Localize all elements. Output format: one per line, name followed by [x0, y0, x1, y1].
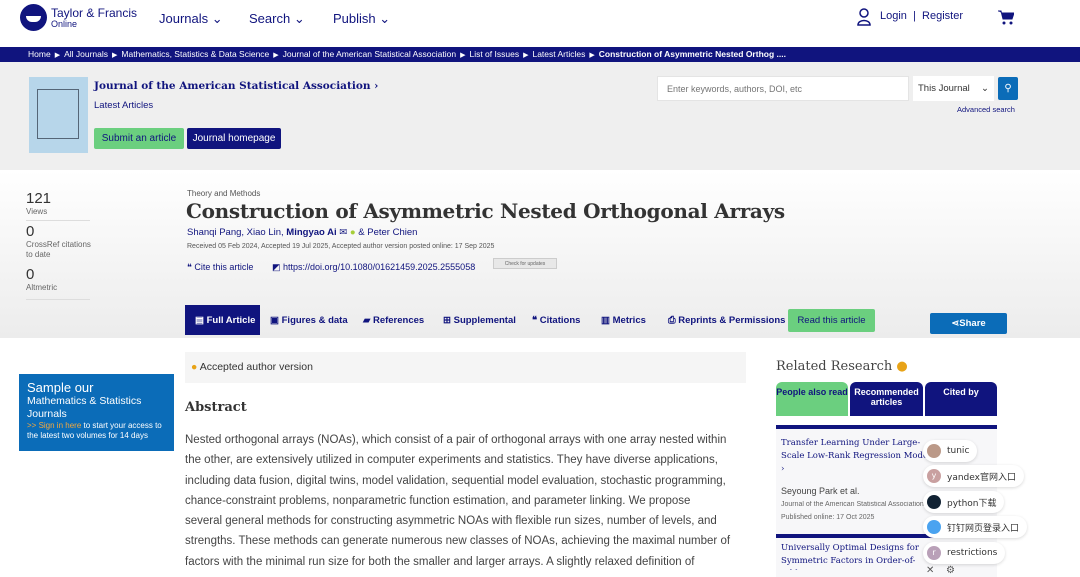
read-article-button[interactable]: Read this article [788, 309, 875, 332]
chevron-down-icon: ⌄ [981, 83, 989, 94]
arrow-icon: ▶ [273, 52, 279, 59]
cart-icon[interactable] [998, 10, 1015, 30]
breadcrumb-item[interactable]: Journal of the American Statistical Asso… [283, 49, 456, 59]
tab-full-article-label[interactable]: ▤ Full Article [195, 315, 255, 326]
abstract-line: chance-constraint problems, nonparametri… [185, 494, 691, 507]
link-icon: ◩ [272, 262, 281, 272]
article-header [0, 170, 1080, 338]
dingtalk-icon [927, 520, 941, 534]
register-link[interactable]: Register [922, 10, 963, 22]
altmetric-count: 0 [26, 266, 35, 283]
article-section: Theory and Methods [187, 189, 261, 198]
related-item-title[interactable]: Universally Optimal Designs for Symmetri… [781, 542, 926, 570]
tab-reprints[interactable]: ⎙ Reprints & Permissions [668, 315, 785, 326]
journal-homepage-button[interactable]: Journal homepage [187, 128, 281, 149]
arrow-icon: ▶ [54, 52, 61, 59]
search-input[interactable] [657, 76, 909, 101]
arrow-icon: ▶ [589, 52, 595, 59]
abstract-line: several general methods for constructing… [185, 515, 717, 528]
nav-search[interactable]: Search ⌄ [249, 11, 305, 27]
chevron-down-icon: ⌄ [211, 11, 223, 26]
abstract-line: strengths. These methods can generate nu… [185, 535, 731, 548]
info-icon[interactable]: ● [896, 359, 907, 374]
abstract-line: factors with the minimal run size for bo… [185, 555, 695, 568]
tab-cited-by[interactable]: Cited by [925, 382, 997, 416]
check-updates-badge[interactable]: Check for updates [493, 258, 557, 269]
close-icon[interactable]: ✕ [926, 565, 934, 576]
y-icon: y [927, 469, 941, 483]
related-item-title[interactable]: Transfer Learning Under Large-Scale Low-… [781, 437, 941, 476]
tunic-icon [927, 444, 941, 458]
abstract-line: including data fusion, digital twins, mo… [185, 474, 726, 487]
metrics-panel: 121 Views 0 CrossRef citations to date 0… [26, 190, 92, 300]
search-scope-select[interactable]: This Journal ⌄ [913, 76, 994, 101]
arrow-icon: ▶ [460, 52, 466, 59]
search-icon: ⚲ [1004, 83, 1012, 94]
article-dates: Received 05 Feb 2024, Accepted 19 Jul 20… [187, 243, 495, 250]
chevron-down-icon: ⌄ [293, 11, 305, 26]
user-icon [857, 8, 871, 26]
crossref-count: 0 [26, 223, 35, 240]
views-count: 121 [26, 190, 52, 207]
brand-sub: Online [51, 19, 78, 29]
authors: Shanqi Pang, Xiao Lin, Mingyao Ai ✉ ● & … [187, 227, 418, 238]
tab-metrics[interactable]: ▥ Metrics [601, 315, 646, 326]
submit-article-button[interactable]: Submit an article [94, 128, 184, 149]
popup-item[interactable]: tunic [923, 440, 978, 462]
tab-recommended[interactable]: Recommended articles [850, 382, 923, 416]
top-header: Taylor & Francis Online Journals ⌄ Searc… [0, 0, 1080, 46]
related-heading: Related Research ● [776, 359, 908, 374]
breadcrumb-item[interactable]: List of Issues [469, 49, 519, 59]
quote-icon: ❝ [187, 262, 192, 272]
tab-citations[interactable]: ❝ Citations [532, 315, 580, 326]
tab-figures[interactable]: ▣ Figures & data [270, 315, 348, 326]
breadcrumb: Home ▶ All Journals ▶ Mathematics, Statistic… [0, 47, 1080, 62]
search-button[interactable]: ⚲ [998, 77, 1018, 100]
arrow-icon: ▶ [112, 52, 118, 59]
abstract-heading: Abstract [185, 400, 247, 415]
orcid-icon[interactable]: ● [350, 227, 356, 238]
abstract-text: Nested orthogonal arrays (NOAs), which c… [185, 430, 755, 572]
doi-link[interactable]: ◩ https://doi.org/10.1080/01621459.2025.… [272, 262, 475, 273]
breadcrumb-item[interactable]: Home [28, 49, 51, 59]
email-icon[interactable]: ✉ [339, 227, 347, 238]
tf-logo-icon[interactable] [20, 4, 47, 31]
tab-supplemental[interactable]: ⊞ Supplemental [443, 315, 516, 326]
latest-articles[interactable]: Latest Articles [94, 100, 153, 111]
brand-name[interactable]: Taylor & Francis [51, 6, 137, 20]
python-icon [927, 495, 941, 509]
journal-cover[interactable] [29, 77, 88, 153]
arrow-icon: ▶ [523, 52, 529, 59]
nav-publish[interactable]: Publish ⌄ [333, 11, 390, 27]
cite-link[interactable]: ❝ Cite this article [187, 262, 253, 273]
info-icon: ● [191, 361, 198, 373]
login-link[interactable]: Login [880, 10, 907, 22]
chevron-down-icon: ⌄ [379, 11, 391, 26]
tab-people-also-read[interactable]: People also read [776, 382, 848, 416]
article-title: Construction of Asymmetric Nested Orthog… [186, 199, 785, 223]
nav-journals[interactable]: Journals ⌄ [159, 11, 223, 27]
breadcrumb-item[interactable]: Construction of Asymmetric Nested Orthog… [599, 49, 786, 59]
advanced-search-link[interactable]: Advanced search [957, 105, 1015, 114]
popup-item[interactable]: python下载 [923, 491, 1005, 513]
abstract-line: the other, are extensively utilized in c… [185, 454, 718, 467]
journal-title[interactable]: Journal of the American Statistical Asso… [94, 80, 378, 92]
abstract-line: Nested orthogonal arrays (NOAs), which c… [185, 434, 727, 446]
journal-band: Journal of the American Statistical Asso… [0, 62, 1080, 170]
popup-item[interactable]: 钉钉网页登录入口 [923, 516, 1028, 538]
gear-icon[interactable]: ⚙ [946, 565, 955, 576]
breadcrumb-item[interactable]: Latest Articles [532, 49, 585, 59]
r-icon: r [927, 546, 941, 560]
popup-item[interactable]: y yandex官网入口 [923, 465, 1024, 487]
breadcrumb-item[interactable]: Mathematics, Statistics & Data Science [121, 49, 269, 59]
accepted-notice: ● Accepted author version [185, 352, 746, 383]
breadcrumb-item[interactable]: All Journals [64, 49, 108, 59]
share-button[interactable]: ⋖Share [930, 313, 1007, 334]
tab-references[interactable]: ▰ References [363, 315, 424, 326]
promo-banner[interactable]: Sample our Mathematics & Statistics Jour… [19, 374, 174, 451]
popup-item[interactable]: r restrictions [923, 542, 1006, 564]
